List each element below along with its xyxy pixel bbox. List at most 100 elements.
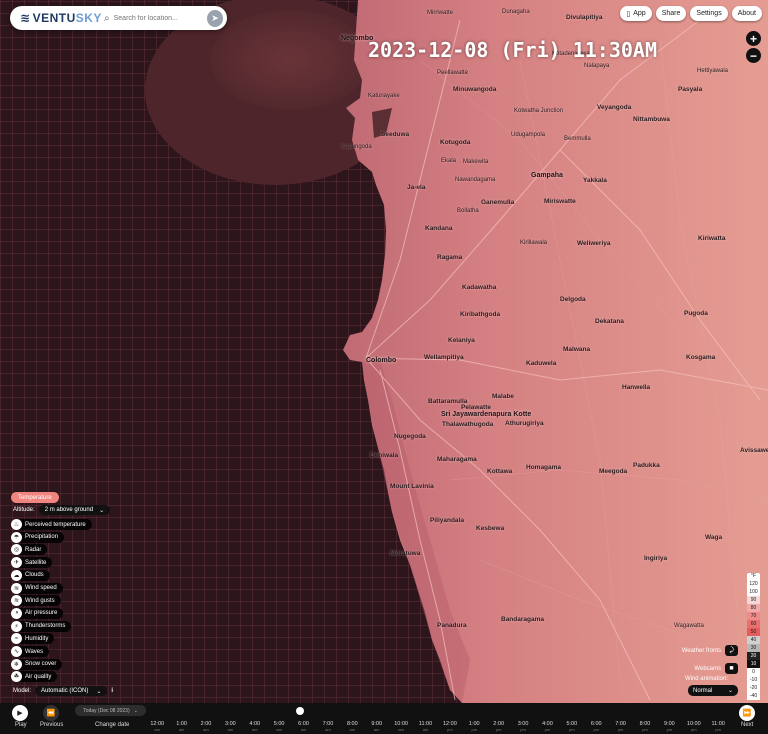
waves-icon: ∿	[11, 646, 22, 657]
timeline-hour[interactable]: 2:00 pm	[486, 721, 510, 732]
settings-button[interactable]: Settings	[690, 6, 728, 21]
layer-waves[interactable]: ∿ Waves	[11, 646, 50, 657]
next-label: Next	[741, 722, 754, 728]
town-label: Kotugoda	[440, 139, 471, 146]
timeline-slider-handle[interactable]	[296, 707, 304, 715]
navigation-arrow-icon: ➤	[211, 12, 219, 23]
timeline-hour[interactable]: 6:00 am	[291, 721, 315, 732]
layer-wind-gusts[interactable]: ≋ Wind gusts	[11, 595, 61, 607]
chevron-down-icon: ⌄	[727, 688, 733, 694]
town-label: Makewita	[463, 159, 489, 165]
timeline-hour[interactable]: 3:00 am	[218, 721, 242, 732]
timeline-hour[interactable]: 11:00 am	[413, 721, 437, 732]
layer-wind-speed[interactable]: ≋ Wind speed	[11, 582, 63, 594]
radar-icon: ◎	[11, 544, 22, 556]
app-button[interactable]: ▯ App	[620, 6, 652, 21]
timeline-hour[interactable]: 10:00 pm	[682, 721, 706, 732]
town-label: Ingiriya	[644, 555, 668, 562]
timeline-hour[interactable]: 11:00 pm	[706, 721, 730, 732]
legend-unit[interactable]: °F	[747, 573, 760, 580]
town-label: Bemmulla	[564, 136, 591, 142]
share-button-label: Share	[661, 10, 681, 17]
town-label: Kiribathgoda	[460, 311, 501, 318]
model-select[interactable]: Automatic (ICON) ⌄	[35, 686, 108, 696]
temperature-legend[interactable]: °F 120 100 90 80 70 60 50 40 30 20 10 0 -10 -20 -40	[747, 573, 760, 700]
active-layer-temperature[interactable]: Temperature	[11, 492, 59, 503]
timeline-hour[interactable]: 12:00 pm	[438, 721, 462, 732]
layer-radar[interactable]: ◎ Radar	[11, 544, 48, 556]
timeline-hour[interactable]: 9:00 pm	[657, 721, 681, 732]
timeline-hour[interactable]: 8:00 am	[340, 721, 364, 732]
town-label: Minuwangoda	[453, 86, 497, 93]
layer-humidity[interactable]: ≈ Humidity	[11, 633, 55, 645]
timeline-hour[interactable]: 9:00 am	[365, 721, 389, 732]
model-row: Model: Automatic (ICON) ⌄ i	[13, 686, 113, 696]
about-button[interactable]: About	[731, 6, 762, 21]
town-label: Hettiyawala	[697, 68, 729, 74]
timeline-hour[interactable]: 5:00 pm	[560, 721, 584, 732]
layer-clouds[interactable]: ☁ Clouds	[11, 569, 50, 581]
share-button[interactable]: Share	[655, 6, 687, 21]
town-label: Wellampitiya	[424, 354, 464, 361]
altitude-select[interactable]: 2 m above ground ⌄	[38, 505, 111, 515]
town-label: Padukka	[633, 462, 660, 469]
town-label: Dekatana	[595, 318, 624, 325]
change-date-label: Change date	[95, 722, 130, 728]
timeline-hour[interactable]: 2:00 am	[194, 721, 218, 732]
town-label: Mirriwatte	[427, 10, 454, 16]
locate-me-button[interactable]: ➤	[207, 9, 223, 27]
layer-satellite[interactable]: ✈ Satellite	[11, 557, 53, 569]
town-label: Pelawatte	[461, 404, 491, 411]
timeline-hour[interactable]: 4:00 pm	[535, 721, 559, 732]
layer-thunderstorms[interactable]: ⚡ Thunderstorms	[11, 620, 72, 632]
timeline-hour[interactable]: 5:00 am	[267, 721, 291, 732]
model-value: Automatic (ICON)	[41, 688, 89, 694]
play-button[interactable]: ▶	[12, 705, 28, 721]
timeline-hour[interactable]: 4:00 am	[243, 721, 267, 732]
timeline-hour[interactable]: 1:00 am	[169, 721, 193, 732]
humidity-icon: ≈	[11, 633, 22, 645]
ventusky-logo[interactable]: ≋ VENTU SKY	[20, 11, 101, 25]
search-input[interactable]	[113, 14, 208, 22]
cloud-icon: ☁	[11, 569, 22, 581]
layer-air-pressure[interactable]: ◑ Air pressure	[11, 607, 64, 619]
timeline-hour[interactable]: 1:00 pm	[462, 721, 486, 732]
webcams-toggle[interactable]: ■	[725, 663, 738, 674]
timeline-hour[interactable]: 6:00 pm	[584, 721, 608, 732]
layer-snow-cover[interactable]: ❄ Snow cover	[11, 658, 63, 670]
layer-air-quality[interactable]: ☘ Air quality	[11, 671, 58, 683]
layer-label: Air quality	[25, 673, 52, 680]
town-label: Nalapaya	[584, 63, 610, 69]
info-icon[interactable]: i	[111, 688, 113, 694]
wind-gust-icon: ≋	[11, 595, 22, 607]
weather-map[interactable]: Negombo Colombo Sri Jayawardenapura Kotte G…	[0, 0, 768, 734]
town-label: Hanwella	[622, 384, 651, 391]
next-button[interactable]: ⏩	[739, 705, 755, 721]
zoom-out-button[interactable]: −	[746, 48, 761, 63]
layer-perceived-temperature[interactable]: ♨ Perceived temperature	[11, 519, 92, 530]
fast-forward-icon: ⏩	[742, 710, 752, 717]
hour-ampm: am	[300, 727, 307, 732]
date-select[interactable]: Today (Dec 08 2023) ⌄	[75, 705, 146, 716]
hour-ampm: am	[325, 727, 331, 732]
town-label: Ganemulla	[481, 199, 515, 206]
logo-mark-icon: ≋	[20, 11, 31, 25]
timeline-hour[interactable]: 7:00 pm	[608, 721, 632, 732]
timeline-hour[interactable]: 8:00 pm	[633, 721, 657, 732]
timeline-hour[interactable]: 12:00 am	[145, 721, 169, 732]
previous-button[interactable]: ⏪	[43, 705, 59, 721]
weather-fronts-toggle[interactable]: ⤸	[725, 645, 738, 656]
zoom-in-button[interactable]: +	[746, 31, 761, 46]
hour-ampm: am	[276, 727, 282, 732]
lightning-icon: ⚡	[11, 620, 22, 632]
top-menu: ▯ App Share Settings About	[620, 6, 762, 21]
timeline-hour[interactable]: 7:00 am	[316, 721, 340, 732]
timeline-hour[interactable]: 10:00 am	[389, 721, 413, 732]
layer-label: Snow cover	[25, 661, 57, 668]
timeline-hour[interactable]: 3:00 pm	[511, 721, 535, 732]
wind-animation-select[interactable]: Normal ⌄	[688, 685, 738, 696]
chevron-down-icon: ⌄	[96, 688, 102, 695]
layer-label: Satellite	[25, 559, 47, 566]
land-area	[343, 0, 768, 703]
layer-precipitation[interactable]: ☂ Precipitation	[11, 531, 65, 543]
